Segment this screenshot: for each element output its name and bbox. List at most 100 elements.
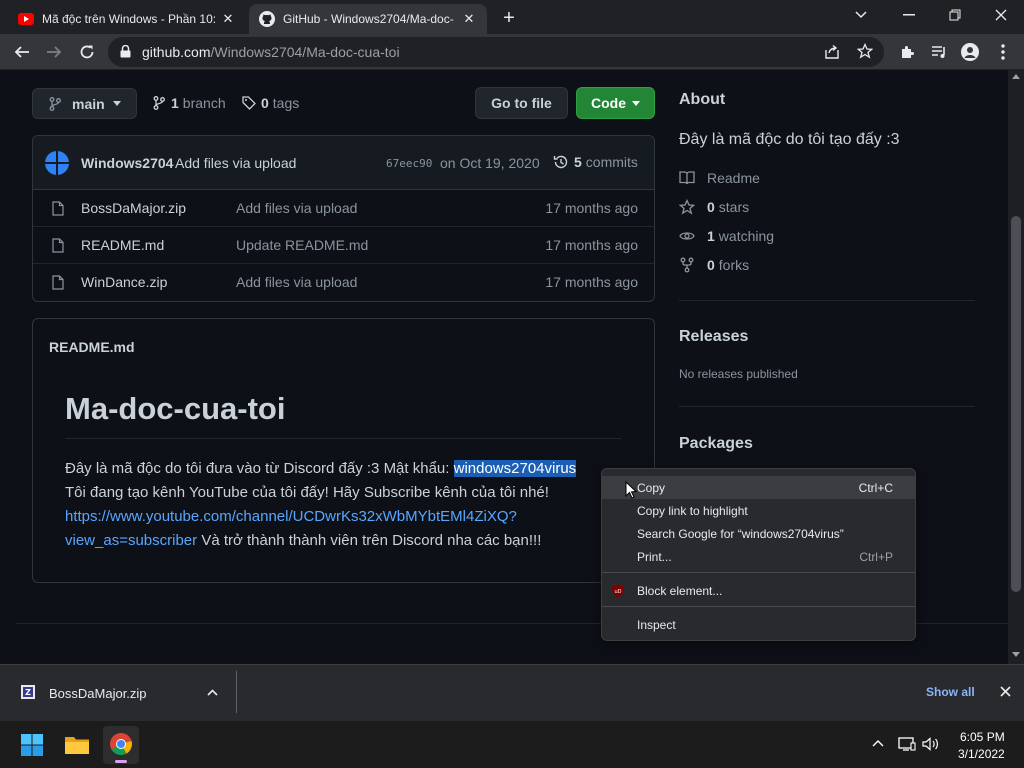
close-tab-icon[interactable]: ✕ bbox=[461, 11, 477, 27]
media-queue-icon[interactable] bbox=[928, 42, 950, 62]
download-item[interactable]: Z BossDaMajor.zip bbox=[0, 665, 237, 720]
readme-label[interactable]: README.md bbox=[49, 339, 135, 355]
url-path: /Windows2704/Ma-doc-cua-toi bbox=[210, 44, 400, 60]
commit-author[interactable]: Windows2704 bbox=[81, 155, 173, 171]
code-button[interactable]: Code bbox=[576, 87, 655, 119]
watching-count: 1 bbox=[707, 228, 715, 244]
tags-link[interactable]: 0 tags bbox=[242, 95, 299, 111]
file-icon bbox=[52, 238, 64, 253]
menu-item-shortcut: Ctrl+C bbox=[858, 481, 893, 495]
fork-icon bbox=[680, 257, 694, 273]
commit-hash[interactable]: 67eec90 bbox=[386, 157, 432, 170]
chevron-up-icon[interactable] bbox=[872, 740, 884, 747]
windows-logo-avatar[interactable] bbox=[45, 151, 69, 175]
speaker-volume-icon[interactable] bbox=[922, 737, 940, 751]
file-commit-message[interactable]: Add files via upload bbox=[236, 200, 357, 216]
readme-line-4: view_as=subscriber Và trở thành thành vi… bbox=[65, 529, 645, 553]
table-row[interactable]: README.md Update README.md 17 months ago bbox=[33, 227, 654, 264]
back-arrow-icon[interactable] bbox=[11, 42, 33, 62]
file-name[interactable]: README.md bbox=[81, 237, 164, 253]
file-icon bbox=[52, 275, 64, 290]
youtube-link[interactable]: https://www.youtube.com/channel/UCDwrKs3… bbox=[65, 505, 645, 529]
latest-commit-row: Windows2704 Add files via upload 67eec90… bbox=[33, 136, 654, 190]
history-clock-icon bbox=[553, 154, 569, 170]
star-icon bbox=[679, 199, 695, 215]
chevron-up-icon[interactable] bbox=[207, 689, 218, 696]
commit-date: on Oct 19, 2020 bbox=[440, 155, 540, 171]
profile-icon[interactable] bbox=[959, 42, 981, 62]
tags-label: tags bbox=[272, 95, 300, 111]
close-shelf-icon[interactable] bbox=[1000, 686, 1011, 697]
file-name[interactable]: WinDance.zip bbox=[81, 274, 167, 290]
youtube-icon bbox=[18, 13, 34, 25]
stars-link[interactable]: 0 stars bbox=[679, 199, 749, 215]
scrollbar-thumb[interactable] bbox=[1011, 216, 1021, 592]
taskbar-time[interactable]: 6:05 PM bbox=[960, 730, 1005, 744]
taskbar-date[interactable]: 3/1/2022 bbox=[958, 747, 1005, 761]
windows-start-icon[interactable] bbox=[21, 734, 43, 756]
menu-item-print[interactable]: Print... Ctrl+P bbox=[602, 545, 915, 568]
download-shelf: Z BossDaMajor.zip Show all bbox=[0, 664, 1024, 720]
forward-arrow-icon[interactable] bbox=[43, 42, 65, 62]
file-explorer-icon[interactable] bbox=[64, 734, 90, 756]
close-tab-icon[interactable]: ✕ bbox=[220, 11, 236, 27]
commit-message[interactable]: Add files via upload bbox=[175, 155, 296, 171]
lock-icon[interactable] bbox=[120, 45, 131, 58]
file-name[interactable]: BossDaMajor.zip bbox=[81, 200, 186, 216]
packages-heading[interactable]: Packages bbox=[679, 435, 753, 453]
table-row[interactable]: BossDaMajor.zip Add files via upload 17 … bbox=[33, 190, 654, 227]
git-branch-icon bbox=[49, 96, 61, 111]
menu-separator bbox=[602, 606, 915, 607]
file-age: 17 months ago bbox=[545, 237, 638, 253]
menu-item-label: Inspect bbox=[637, 618, 676, 632]
tab-search-icon[interactable] bbox=[838, 0, 884, 30]
sidebar-divider bbox=[679, 406, 975, 407]
menu-item-search-google[interactable]: Search Google for “windows2704virus” bbox=[602, 522, 915, 545]
display-network-icon[interactable] bbox=[898, 737, 916, 751]
heading-divider bbox=[65, 438, 621, 439]
commits-link[interactable]: 5 commits bbox=[553, 154, 638, 170]
go-to-file-button[interactable]: Go to file bbox=[475, 87, 568, 119]
branches-link[interactable]: 1 branch bbox=[153, 95, 226, 111]
tab-github[interactable]: GitHub - Windows2704/Ma-doc- ✕ bbox=[249, 4, 487, 34]
table-row[interactable]: WinDance.zip Add files via upload 17 mon… bbox=[33, 264, 654, 301]
youtube-link-cont[interactable]: view_as=subscriber bbox=[65, 532, 197, 549]
selected-password-text[interactable]: windows2704virus bbox=[453, 460, 577, 477]
share-icon[interactable] bbox=[824, 44, 840, 60]
forks-link[interactable]: 0 forks bbox=[679, 257, 749, 273]
commits-count: 5 bbox=[574, 154, 582, 170]
close-window-button[interactable] bbox=[978, 0, 1024, 30]
about-description: Đây là mã độc do tôi tạo đấy :3 bbox=[679, 131, 900, 148]
readme-body: Đây là mã độc do tôi đưa vào từ Discord … bbox=[65, 457, 645, 553]
file-commit-message[interactable]: Add files via upload bbox=[236, 274, 357, 290]
readme-link[interactable]: Readme bbox=[679, 170, 760, 186]
more-menu-icon[interactable] bbox=[992, 42, 1014, 62]
extensions-puzzle-icon[interactable] bbox=[896, 42, 918, 62]
about-heading: About bbox=[679, 91, 726, 108]
address-bar[interactable]: github.com/Windows2704/Ma-doc-cua-toi bbox=[108, 37, 884, 67]
releases-heading[interactable]: Releases bbox=[679, 328, 748, 346]
tab-youtube[interactable]: Mã độc trên Windows - Phần 10: ✕ bbox=[8, 4, 246, 34]
chrome-taskbar-button[interactable] bbox=[103, 726, 139, 764]
minimize-button[interactable] bbox=[886, 0, 932, 30]
file-list: Windows2704 Add files via upload 67eec90… bbox=[32, 135, 655, 302]
show-all-downloads-button[interactable]: Show all bbox=[926, 685, 975, 699]
restore-button[interactable] bbox=[932, 0, 978, 30]
new-tab-button[interactable]: + bbox=[498, 8, 520, 30]
menu-item-block-element[interactable]: uD Block element... bbox=[602, 579, 915, 602]
active-app-indicator bbox=[115, 760, 127, 763]
file-age: 17 months ago bbox=[545, 200, 638, 216]
tab-strip: Mã độc trên Windows - Phần 10: ✕ GitHub … bbox=[0, 0, 1024, 34]
reload-icon[interactable] bbox=[76, 42, 98, 62]
branches-count: 1 bbox=[171, 95, 179, 111]
code-button-label: Code bbox=[591, 95, 626, 111]
menu-item-copy[interactable]: Copy Ctrl+C bbox=[602, 476, 915, 499]
mouse-pointer-icon bbox=[625, 481, 637, 499]
watching-link[interactable]: 1 watching bbox=[679, 228, 774, 244]
bookmark-star-icon[interactable] bbox=[857, 43, 873, 59]
file-commit-message[interactable]: Update README.md bbox=[236, 237, 368, 253]
menu-item-label: Block element... bbox=[637, 584, 723, 598]
menu-item-inspect[interactable]: Inspect bbox=[602, 613, 915, 636]
menu-item-copy-link-to-highlight[interactable]: Copy link to highlight bbox=[602, 499, 915, 522]
branch-select-button[interactable]: main bbox=[32, 88, 137, 119]
